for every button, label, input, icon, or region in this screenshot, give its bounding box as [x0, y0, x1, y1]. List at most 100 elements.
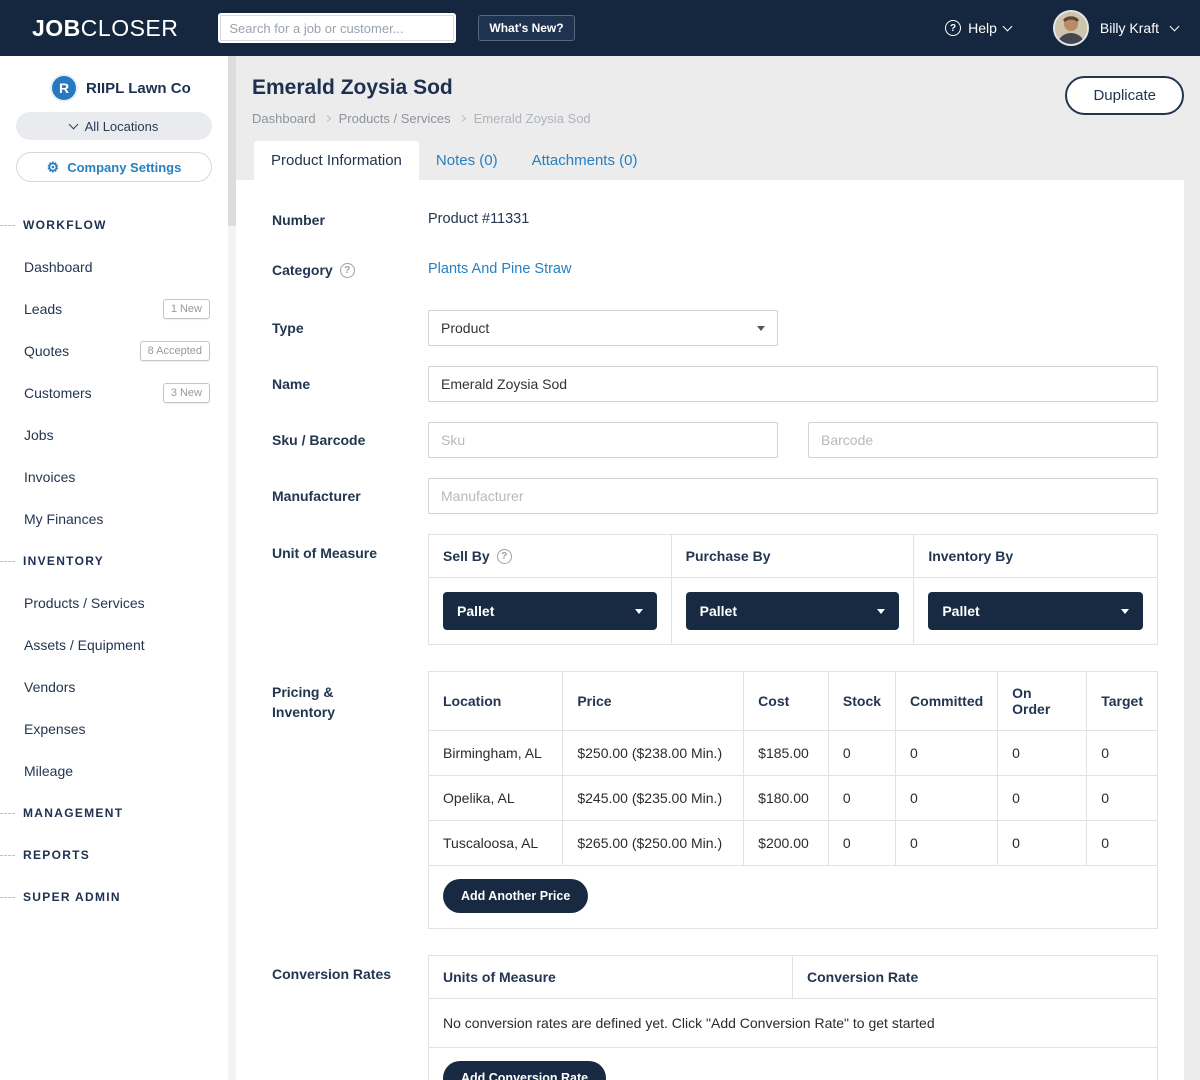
user-name[interactable]: Billy Kraft — [1100, 20, 1159, 36]
sidebar-item-leads[interactable]: Leads1 New — [0, 288, 228, 330]
location-link[interactable]: Opelika, AL — [429, 776, 563, 821]
unit-of-measure-row: Unit of Measure Sell By ? Purchase By In… — [272, 534, 1158, 645]
stock-cell: 0 — [828, 821, 895, 866]
chevron-right-icon — [324, 115, 331, 122]
sku-input[interactable] — [428, 422, 778, 458]
pricing-header-row: Location Price Cost Stock Committed On O… — [429, 672, 1157, 731]
avatar[interactable] — [1053, 10, 1089, 46]
committed-cell: 0 — [896, 821, 998, 866]
nav-item-label: My Finances — [24, 511, 103, 527]
company-settings-button[interactable]: ⚙ Company Settings — [16, 152, 212, 182]
location-link[interactable]: Birmingham, AL — [429, 731, 563, 776]
scrollbar-thumb[interactable] — [228, 56, 236, 226]
barcode-input[interactable] — [808, 422, 1158, 458]
inventory-by-value: Pallet — [942, 603, 979, 619]
nav-section-management[interactable]: MANAGEMENT — [0, 792, 228, 834]
nav-item-label: Products / Services — [24, 595, 145, 611]
price-cell: $245.00 ($235.00 Min.) — [563, 776, 744, 821]
sidebar-item-assets-equipment[interactable]: Assets / Equipment — [0, 624, 228, 666]
nav-item-label: Invoices — [24, 469, 75, 485]
gear-icon: ⚙ — [47, 160, 60, 174]
sidebar-item-vendors[interactable]: Vendors — [0, 666, 228, 708]
col-units-of-measure: Units of Measure — [429, 956, 793, 999]
chevron-down-icon — [877, 609, 885, 614]
nav-section-super-admin[interactable]: SUPER ADMIN — [0, 876, 228, 918]
chevron-down-icon — [68, 119, 78, 129]
breadcrumb: Dashboard Products / Services Emerald Zo… — [252, 111, 591, 126]
nav-item-label: Customers — [24, 385, 92, 401]
duplicate-button[interactable]: Duplicate — [1065, 76, 1184, 115]
col-on-order: On Order — [998, 672, 1087, 731]
nav-item-label: Vendors — [24, 679, 75, 695]
type-row: Type Product — [272, 310, 1158, 346]
main-content: Emerald Zoysia Sod Dashboard Products / … — [236, 56, 1200, 1080]
location-selector[interactable]: All Locations — [16, 112, 212, 140]
nav-section-label: REPORTS — [23, 848, 90, 862]
tab-attachments[interactable]: Attachments (0) — [515, 141, 655, 180]
col-price: Price — [563, 672, 744, 731]
topbar-right: ? Help Billy Kraft — [945, 10, 1178, 46]
sidebar-item-quotes[interactable]: Quotes8 Accepted — [0, 330, 228, 372]
nav-section-label: WORKFLOW — [23, 218, 107, 232]
product-information-card: Number Product #11331 Category ? Plants … — [236, 180, 1184, 1080]
inventory-by-header: Inventory By — [914, 535, 1157, 578]
number-value: Product #11331 — [428, 210, 1158, 227]
manufacturer-input[interactable] — [428, 478, 1158, 514]
app-logo[interactable]: JOBCLOSER — [32, 15, 178, 42]
sell-by-select[interactable]: Pallet — [443, 592, 657, 630]
category-link[interactable]: Plants And Pine Straw — [428, 260, 1158, 277]
sidebar-item-mileage[interactable]: Mileage — [0, 750, 228, 792]
sku-barcode-label: Sku / Barcode — [272, 422, 428, 458]
stock-cell: 0 — [828, 776, 895, 821]
sidebar-item-dashboard[interactable]: Dashboard — [0, 246, 228, 288]
add-another-price-button[interactable]: Add Another Price — [443, 879, 588, 913]
category-row: Category ? Plants And Pine Straw — [272, 260, 1158, 280]
sidebar-item-my-finances[interactable]: My Finances — [0, 498, 228, 540]
col-cost: Cost — [744, 672, 829, 731]
breadcrumb-products-services[interactable]: Products / Services — [339, 111, 451, 126]
name-input[interactable] — [428, 366, 1158, 402]
sidebar-item-jobs[interactable]: Jobs — [0, 414, 228, 456]
sell-by-help-icon[interactable]: ? — [497, 549, 512, 564]
help-label: Help — [968, 20, 997, 36]
nav-section-reports[interactable]: REPORTS — [0, 834, 228, 876]
sidebar-item-invoices[interactable]: Invoices — [0, 456, 228, 498]
sidebar-scrollbar[interactable] — [228, 56, 236, 1080]
nav-section-label: SUPER ADMIN — [23, 890, 121, 904]
chevron-down-icon — [635, 609, 643, 614]
inventory-by-select[interactable]: Pallet — [928, 592, 1143, 630]
col-committed: Committed — [896, 672, 998, 731]
help-menu[interactable]: ? Help — [945, 20, 1011, 36]
search-input[interactable] — [218, 13, 456, 43]
type-select[interactable]: Product — [428, 310, 778, 346]
target-cell: 0 — [1087, 731, 1157, 776]
tab-product-information[interactable]: Product Information — [254, 141, 419, 180]
logo-light: CLOSER — [81, 15, 179, 41]
sidebar-item-products-services[interactable]: Products / Services — [0, 582, 228, 624]
conversion-header-row: Units of Measure Conversion Rate — [429, 956, 1157, 999]
sidebar-item-customers[interactable]: Customers3 New — [0, 372, 228, 414]
section-dash — [0, 897, 15, 898]
number-row: Number Product #11331 — [272, 210, 1158, 230]
whats-new-button[interactable]: What's New? — [478, 15, 574, 41]
company-name: RIIPL Lawn Co — [86, 80, 191, 97]
tab-notes[interactable]: Notes (0) — [419, 141, 515, 180]
type-label: Type — [272, 310, 428, 346]
pricing-table-box: Location Price Cost Stock Committed On O… — [428, 671, 1158, 929]
cost-cell: $180.00 — [744, 776, 829, 821]
table-row: Tuscaloosa, AL $265.00 ($250.00 Min.) $2… — [429, 821, 1157, 866]
logo-bold: JOB — [32, 15, 81, 41]
category-help-icon[interactable]: ? — [340, 263, 355, 278]
sidebar-item-expenses[interactable]: Expenses — [0, 708, 228, 750]
stock-cell: 0 — [828, 731, 895, 776]
breadcrumb-dashboard[interactable]: Dashboard — [252, 111, 316, 126]
committed-cell: 0 — [896, 776, 998, 821]
purchase-by-select[interactable]: Pallet — [686, 592, 900, 630]
location-link[interactable]: Tuscaloosa, AL — [429, 821, 563, 866]
topbar: JOBCLOSER What's New? ? Help Billy Kraft — [0, 0, 1200, 56]
leads-badge: 1 New — [163, 299, 210, 319]
type-select-value: Product — [441, 320, 489, 336]
chevron-down-icon[interactable] — [1170, 21, 1180, 31]
chevron-down-icon — [1121, 609, 1129, 614]
add-conversion-rate-button[interactable]: Add Conversion Rate — [443, 1061, 606, 1080]
